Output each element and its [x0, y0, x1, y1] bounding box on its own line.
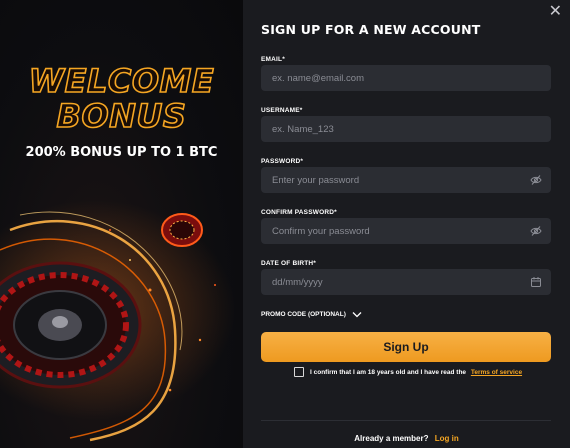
roulette-illustration: [0, 200, 235, 442]
calendar-icon[interactable]: [530, 276, 542, 288]
signup-form-panel: ✕ SIGN UP FOR A NEW ACCOUNT EMAIL* USERN…: [243, 0, 570, 448]
form-title: SIGN UP FOR A NEW ACCOUNT: [261, 22, 481, 37]
sign-up-button[interactable]: Sign Up: [261, 332, 551, 362]
divider: [261, 420, 551, 421]
promo-panel: WELCOME BONUS 200% BONUS UP TO 1 BTC: [0, 0, 243, 448]
bonus-heading: BONUS: [56, 97, 187, 135]
age-confirm-text: I confirm that I am 18 years old and I h…: [310, 368, 467, 376]
dob-input[interactable]: [261, 269, 551, 295]
password-input[interactable]: [261, 167, 551, 193]
username-field-wrapper: [261, 116, 551, 142]
password-label: PASSWORD*: [261, 158, 304, 165]
age-confirm-checkbox[interactable]: [294, 367, 304, 377]
username-label: USERNAME*: [261, 107, 303, 114]
bonus-offer-text: 200% BONUS UP TO 1 BTC: [25, 145, 218, 160]
email-input[interactable]: [261, 65, 551, 91]
dob-field-wrapper: [261, 269, 551, 295]
close-icon[interactable]: ✕: [549, 1, 562, 21]
password-field-wrapper: [261, 167, 551, 193]
dob-label: DATE OF BIRTH*: [261, 260, 317, 267]
email-label: EMAIL*: [261, 56, 285, 63]
log-in-link[interactable]: Log in: [435, 434, 459, 443]
eye-off-icon[interactable]: [530, 174, 542, 186]
member-row: Already a member? Log in: [243, 434, 570, 443]
eye-off-icon[interactable]: [530, 225, 542, 237]
welcome-heading: WELCOME: [28, 62, 215, 100]
confirm-password-input[interactable]: [261, 218, 551, 244]
age-confirm-row: I confirm that I am 18 years old and I h…: [294, 367, 522, 377]
promo-code-toggle[interactable]: PROMO CODE (OPTIONAL): [261, 311, 362, 318]
chevron-down-icon: [352, 312, 362, 318]
promo-code-label: PROMO CODE (OPTIONAL): [261, 311, 346, 318]
member-text: Already a member?: [354, 434, 429, 443]
confirm-password-label: CONFIRM PASSWORD*: [261, 209, 337, 216]
email-field-wrapper: [261, 65, 551, 91]
username-input[interactable]: [261, 116, 551, 142]
terms-of-service-link[interactable]: Terms of service: [471, 369, 522, 376]
confirm-password-field-wrapper: [261, 218, 551, 244]
